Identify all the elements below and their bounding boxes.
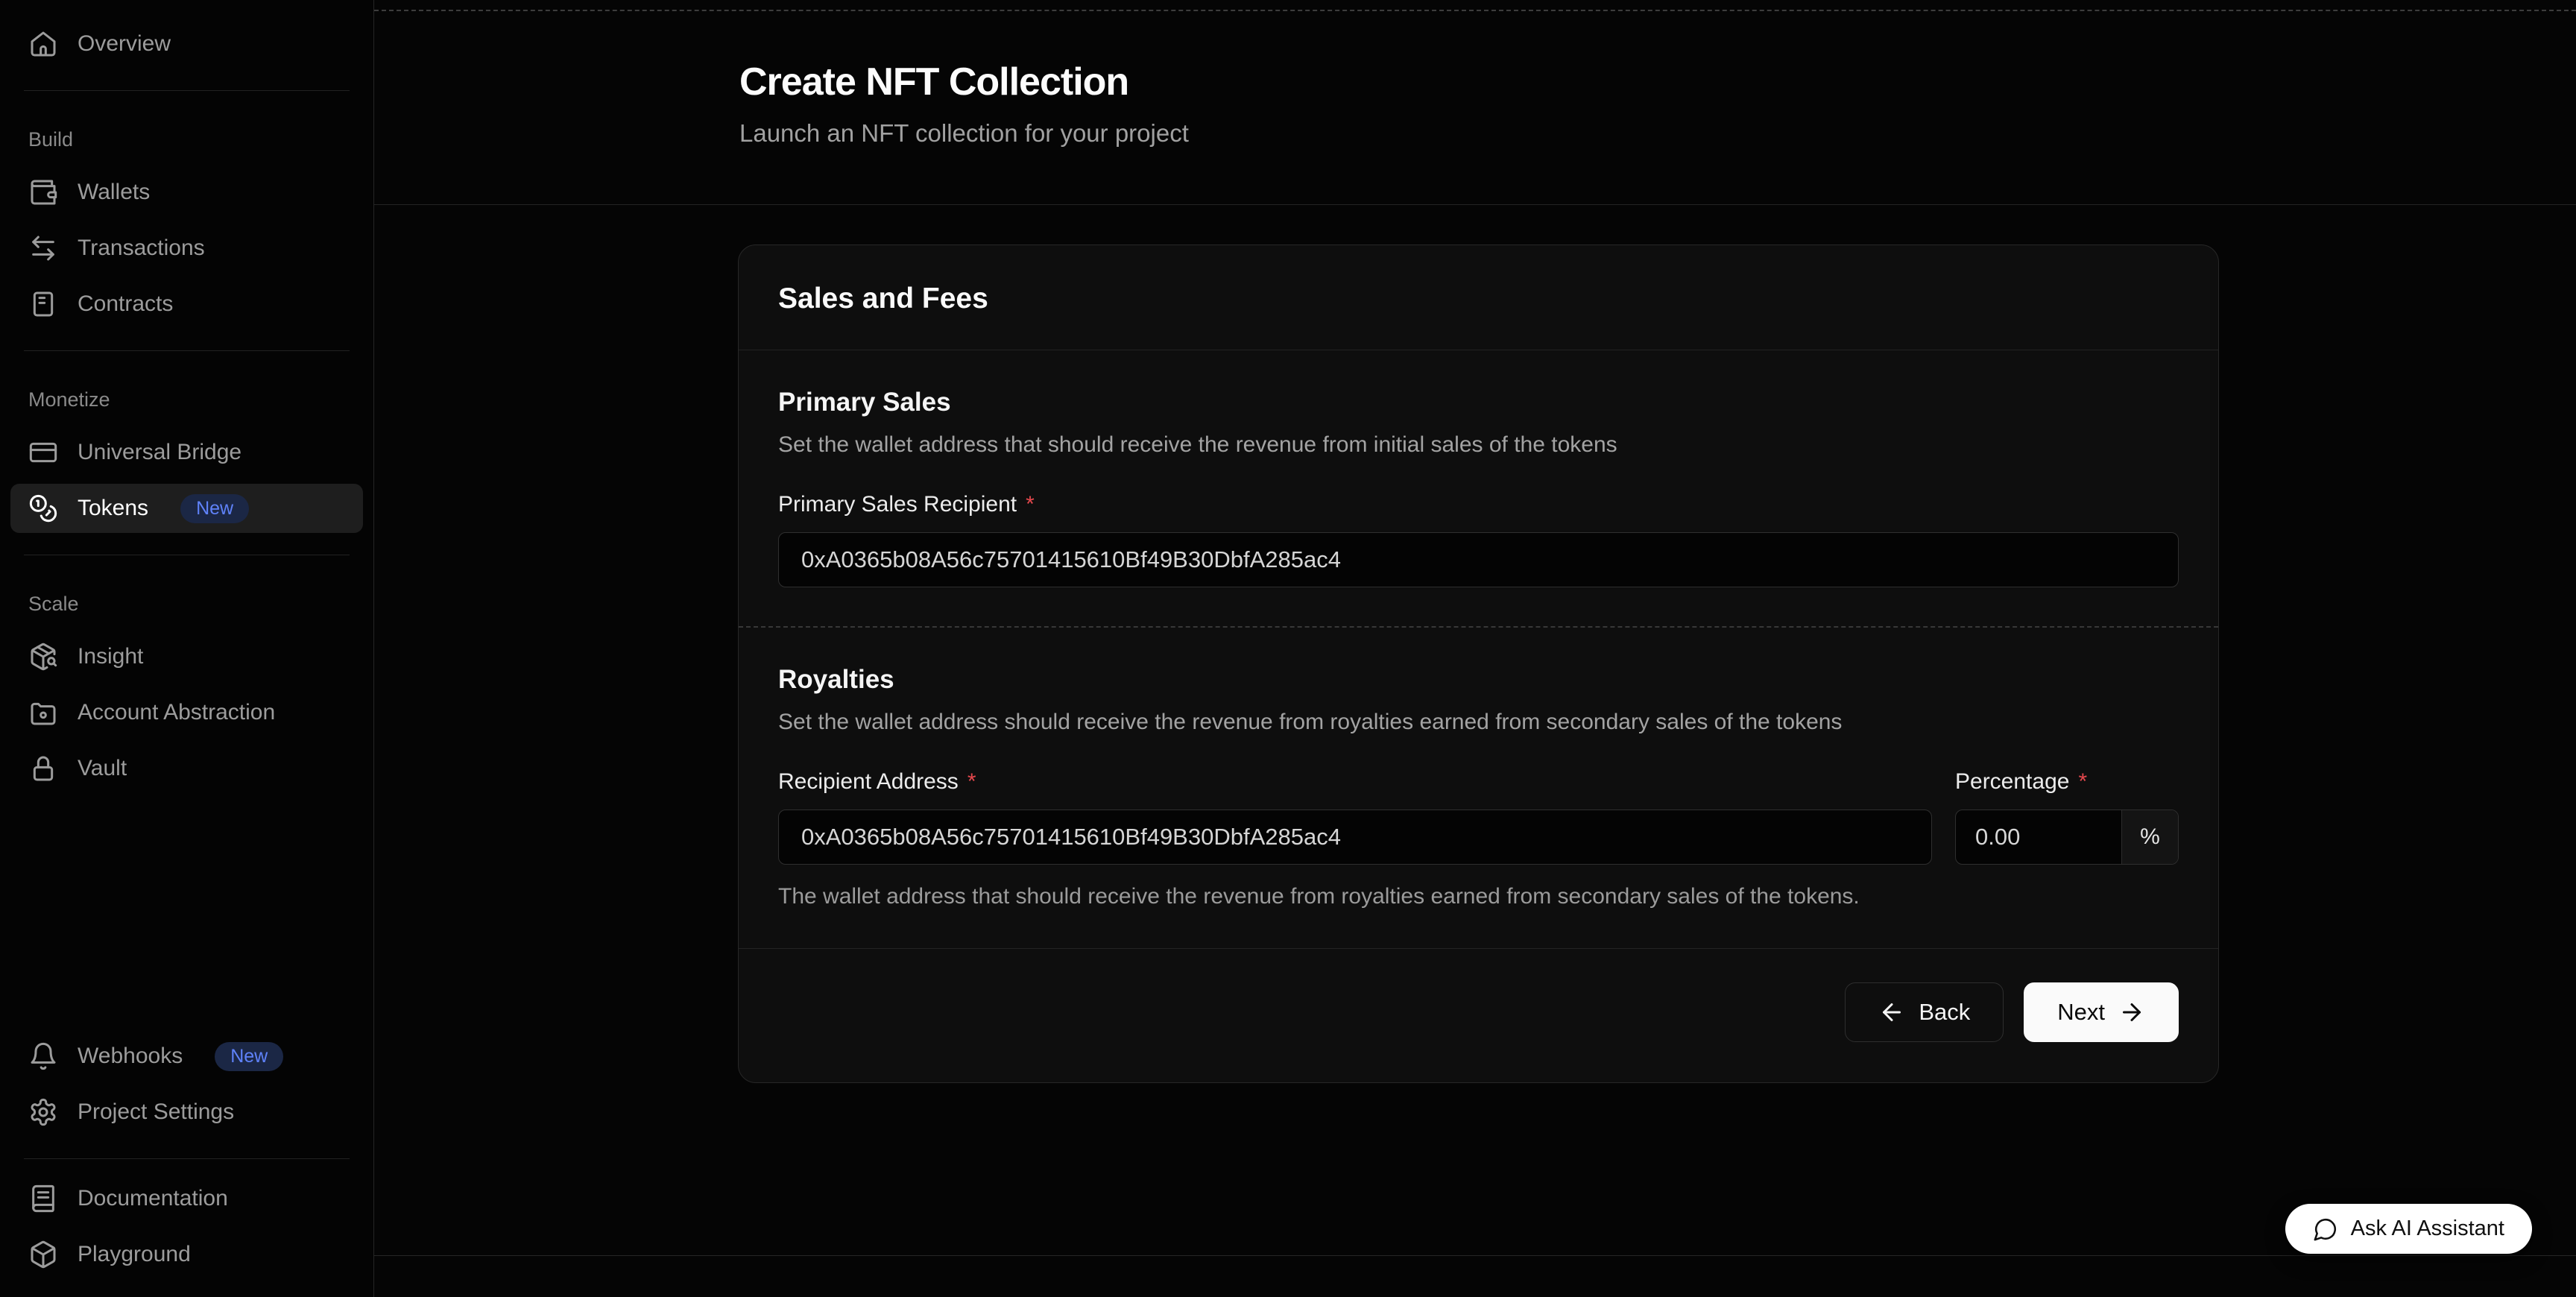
- required-asterisk: *: [967, 769, 976, 795]
- sidebar-item-label: Documentation: [78, 1186, 228, 1211]
- home-icon: [28, 29, 58, 59]
- wallet-icon: [28, 177, 58, 207]
- required-asterisk: *: [2078, 769, 2087, 795]
- chat-bubble-icon: [2313, 1216, 2338, 1242]
- required-asterisk: *: [1026, 492, 1035, 517]
- sidebar-item-label: Transactions: [78, 236, 205, 261]
- document-icon: [28, 289, 58, 319]
- royalties-heading: Royalties: [778, 665, 2179, 695]
- primary-sales-section: Primary Sales Set the wallet address tha…: [739, 350, 2218, 626]
- card-title: Sales and Fees: [778, 283, 2179, 315]
- royalties-helper-text: The wallet address that should receive t…: [778, 884, 2179, 909]
- sidebar-item-contracts[interactable]: Contracts: [10, 280, 363, 329]
- sidebar-item-label: Wallets: [78, 180, 150, 205]
- page-subtitle: Launch an NFT collection for your projec…: [739, 119, 2531, 148]
- sidebar-item-vault[interactable]: Vault: [10, 744, 363, 793]
- sidebar-section-scale: Scale: [10, 593, 363, 616]
- dashed-top-border: [374, 10, 2576, 11]
- sidebar: Overview Build Wallets Transactions Cont…: [0, 0, 373, 1297]
- royalties-recipient-field: Recipient Address *: [778, 769, 1932, 865]
- ask-ai-assistant-button[interactable]: Ask AI Assistant: [2285, 1204, 2532, 1254]
- package-search-icon: [28, 642, 58, 672]
- main-content: Create NFT Collection Launch an NFT coll…: [373, 0, 2576, 1297]
- sidebar-item-overview[interactable]: Overview: [10, 19, 363, 69]
- royalties-percentage-field: Percentage * %: [1955, 769, 2179, 865]
- sidebar-item-playground[interactable]: Playground: [10, 1230, 363, 1279]
- sidebar-item-label: Project Settings: [78, 1099, 234, 1125]
- smart-wallet-icon: [28, 698, 58, 728]
- card-header: Sales and Fees: [739, 245, 2218, 350]
- gear-icon: [28, 1097, 58, 1127]
- sidebar-item-label: Contracts: [78, 291, 173, 317]
- sidebar-item-webhooks[interactable]: Webhooks New: [10, 1032, 363, 1081]
- royalties-percentage-input[interactable]: [1956, 810, 2121, 864]
- sidebar-item-project-settings[interactable]: Project Settings: [10, 1088, 363, 1137]
- sidebar-section-build: Build: [10, 128, 363, 151]
- credit-card-icon: [28, 438, 58, 467]
- sidebar-item-label: Overview: [78, 31, 171, 57]
- primary-sales-recipient-label: Primary Sales Recipient *: [778, 492, 2179, 517]
- royalties-percentage-label: Percentage *: [1955, 769, 2179, 795]
- new-badge: New: [215, 1042, 283, 1071]
- sidebar-item-documentation[interactable]: Documentation: [10, 1174, 363, 1223]
- arrow-left-icon: [1878, 999, 1905, 1026]
- book-icon: [28, 1184, 58, 1214]
- lock-icon: [28, 754, 58, 783]
- arrows-left-right-icon: [28, 233, 58, 263]
- sidebar-spacer: [10, 800, 363, 1032]
- sidebar-item-label: Webhooks: [78, 1044, 183, 1069]
- royalties-recipient-input[interactable]: [778, 810, 1932, 865]
- primary-sales-recipient-input[interactable]: [778, 532, 2179, 587]
- bottom-border-band: [374, 1255, 2576, 1297]
- percent-suffix: %: [2121, 810, 2178, 864]
- sidebar-item-account-abstraction[interactable]: Account Abstraction: [10, 688, 363, 737]
- bell-icon: [28, 1041, 58, 1071]
- app-root: Overview Build Wallets Transactions Cont…: [0, 0, 2576, 1297]
- next-button[interactable]: Next: [2024, 982, 2179, 1042]
- sidebar-item-label: Universal Bridge: [78, 440, 242, 465]
- sidebar-item-universal-bridge[interactable]: Universal Bridge: [10, 428, 363, 477]
- sidebar-section-monetize: Monetize: [10, 388, 363, 411]
- sidebar-item-label: Playground: [78, 1242, 191, 1267]
- sidebar-item-label: Insight: [78, 644, 143, 669]
- sidebar-divider: [24, 1158, 350, 1159]
- sidebar-divider: [24, 350, 350, 351]
- sidebar-divider: [24, 90, 350, 91]
- coins-icon: [28, 493, 58, 523]
- page-header: Create NFT Collection Launch an NFT coll…: [374, 0, 2576, 205]
- card-footer: Back Next: [739, 948, 2218, 1082]
- sidebar-item-label: Account Abstraction: [78, 700, 275, 725]
- primary-sales-heading: Primary Sales: [778, 388, 2179, 417]
- royalties-description: Set the wallet address should receive th…: [778, 710, 2179, 735]
- page-title: Create NFT Collection: [739, 60, 2531, 104]
- back-button[interactable]: Back: [1845, 982, 2004, 1042]
- sales-and-fees-card: Sales and Fees Primary Sales Set the wal…: [738, 244, 2219, 1083]
- sidebar-item-transactions[interactable]: Transactions: [10, 224, 363, 273]
- arrow-right-icon: [2118, 999, 2145, 1026]
- sidebar-item-label: Tokens: [78, 496, 148, 521]
- percentage-input-group: %: [1955, 810, 2179, 865]
- sidebar-item-wallets[interactable]: Wallets: [10, 168, 363, 217]
- royalties-fields-row: Recipient Address * Percentage *: [778, 769, 2179, 865]
- royalties-recipient-label: Recipient Address *: [778, 769, 1932, 795]
- box-icon: [28, 1240, 58, 1269]
- content-area: Sales and Fees Primary Sales Set the wal…: [374, 205, 2576, 1255]
- sidebar-item-label: Vault: [78, 756, 127, 781]
- royalties-section: Royalties Set the wallet address should …: [739, 628, 2218, 948]
- primary-sales-description: Set the wallet address that should recei…: [778, 432, 2179, 458]
- sidebar-item-tokens[interactable]: Tokens New: [10, 484, 363, 533]
- new-badge: New: [180, 494, 249, 523]
- sidebar-item-insight[interactable]: Insight: [10, 632, 363, 681]
